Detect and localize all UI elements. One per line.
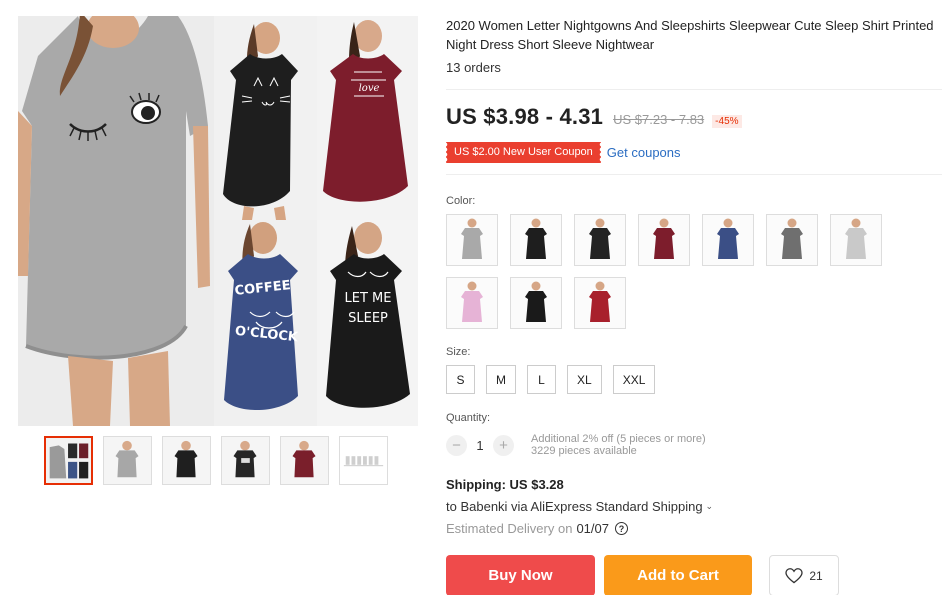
shipping-cost: Shipping: US $3.28 [446, 477, 564, 492]
swatch-black-cat[interactable] [510, 214, 562, 266]
thumbnail-2[interactable] [103, 436, 152, 485]
love-print-text: love [359, 83, 380, 94]
quantity-stepper: − 1 + Additional 2% off (5 pieces or mor… [446, 433, 942, 457]
thumb-black-print-image [222, 437, 269, 484]
buy-now-button[interactable]: Buy Now [446, 555, 595, 595]
thumb-collage-image [46, 438, 91, 483]
swatch-dress-image [653, 218, 675, 259]
swatch-dress-image [461, 218, 483, 259]
swatch-dress-image [525, 281, 547, 322]
help-icon[interactable]: ? [615, 522, 628, 535]
quantity-increase-button[interactable]: + [493, 434, 514, 456]
swatch-dress-image [525, 218, 547, 259]
add-to-cart-button[interactable]: Add to Cart [604, 555, 752, 595]
swatch-dress-image [717, 218, 739, 259]
size-option-s[interactable]: S [446, 365, 475, 394]
swatch-dress-image [781, 218, 803, 259]
divider [446, 89, 942, 90]
swatch-light-gray[interactable] [830, 214, 882, 266]
thumb-size-chart-image [340, 437, 387, 484]
heart-icon [785, 567, 803, 583]
chevron-down-icon: ⌄ [705, 501, 714, 511]
quantity-decrease-button[interactable]: − [446, 434, 467, 456]
bulk-discount-note: Additional 2% off (5 pieces or more) [531, 433, 706, 445]
thumbnail-5[interactable] [280, 436, 329, 485]
quantity-note: Additional 2% off (5 pieces or more) 322… [531, 433, 706, 457]
thumbnail-1[interactable] [44, 436, 93, 485]
quantity-value[interactable]: 1 [467, 438, 493, 453]
shipping-method: to Babenki via AliExpress Standard Shipp… [446, 499, 703, 514]
thumb-wine-image [281, 437, 328, 484]
thumb-gray-image [104, 437, 151, 484]
quantity-label: Quantity: [446, 412, 491, 424]
color-swatch-list [446, 214, 916, 329]
size-options: S M L XL XXL [446, 365, 942, 394]
thumbnail-3[interactable] [162, 436, 211, 485]
swatch-red[interactable] [574, 277, 626, 329]
swatch-wine[interactable] [638, 214, 690, 266]
delivery-label: Estimated Delivery on [446, 521, 573, 536]
swatch-black-print[interactable] [574, 214, 626, 266]
swatch-pink[interactable] [446, 277, 498, 329]
estimated-delivery: Estimated Delivery on 01/07 ? [446, 521, 942, 536]
size-option-l[interactable]: L [527, 365, 556, 394]
stock-available: 3229 pieces available [531, 445, 637, 457]
size-option-xxl[interactable]: XXL [612, 365, 656, 394]
swatch-dress-image [461, 281, 483, 322]
action-buttons: Buy Now Add to Cart 21 [446, 555, 942, 595]
thumb-black-cat-image [163, 437, 210, 484]
new-user-coupon[interactable]: US $2.00 New User Coupon [445, 142, 601, 163]
swatch-dress-image [845, 218, 867, 259]
discount-badge: -45% [712, 115, 742, 128]
current-price: US $3.98 - 4.31 [446, 104, 604, 129]
color-label: Color: [446, 195, 476, 207]
order-count: 13 orders [446, 60, 501, 75]
product-collage-image: love COFFEE O'CLOCK LET ME SLEEP [18, 16, 418, 426]
thumbnail-6[interactable] [339, 436, 388, 485]
price-row: US $3.98 - 4.31 US $7.23 - 7.83 -45% [446, 104, 942, 130]
original-price: US $7.23 - 7.83 [613, 112, 705, 127]
product-info: 2020 Women Letter Nightgowns And Sleepsh… [445, 16, 942, 595]
sleep-print-line2: SLEEP [348, 311, 388, 326]
swatch-gray[interactable] [446, 214, 498, 266]
coupon-row: US $2.00 New User Coupon Get coupons [445, 142, 942, 163]
delivery-date: 01/07 [576, 521, 609, 536]
product-title: 2020 Women Letter Nightgowns And Sleepsh… [446, 18, 934, 52]
thumbnail-strip [44, 436, 388, 485]
swatch-dress-image [589, 218, 611, 259]
swatch-black-plain[interactable] [510, 277, 562, 329]
main-product-image[interactable]: love COFFEE O'CLOCK LET ME SLEEP [18, 16, 418, 426]
size-label: Size: [446, 346, 471, 358]
shipping-method-selector[interactable]: to Babenki via AliExpress Standard Shipp… [446, 499, 942, 514]
divider [446, 174, 942, 175]
wishlist-button[interactable]: 21 [769, 555, 839, 595]
size-option-xl[interactable]: XL [567, 365, 602, 394]
wishlist-count: 21 [809, 568, 823, 583]
size-option-m[interactable]: M [486, 365, 516, 394]
swatch-striped-gray[interactable] [766, 214, 818, 266]
thumbnail-4[interactable] [221, 436, 270, 485]
sleep-print-line1: LET ME [345, 291, 392, 306]
swatch-dress-image [589, 281, 611, 322]
get-coupons-link[interactable]: Get coupons [607, 145, 681, 160]
swatch-navy[interactable] [702, 214, 754, 266]
